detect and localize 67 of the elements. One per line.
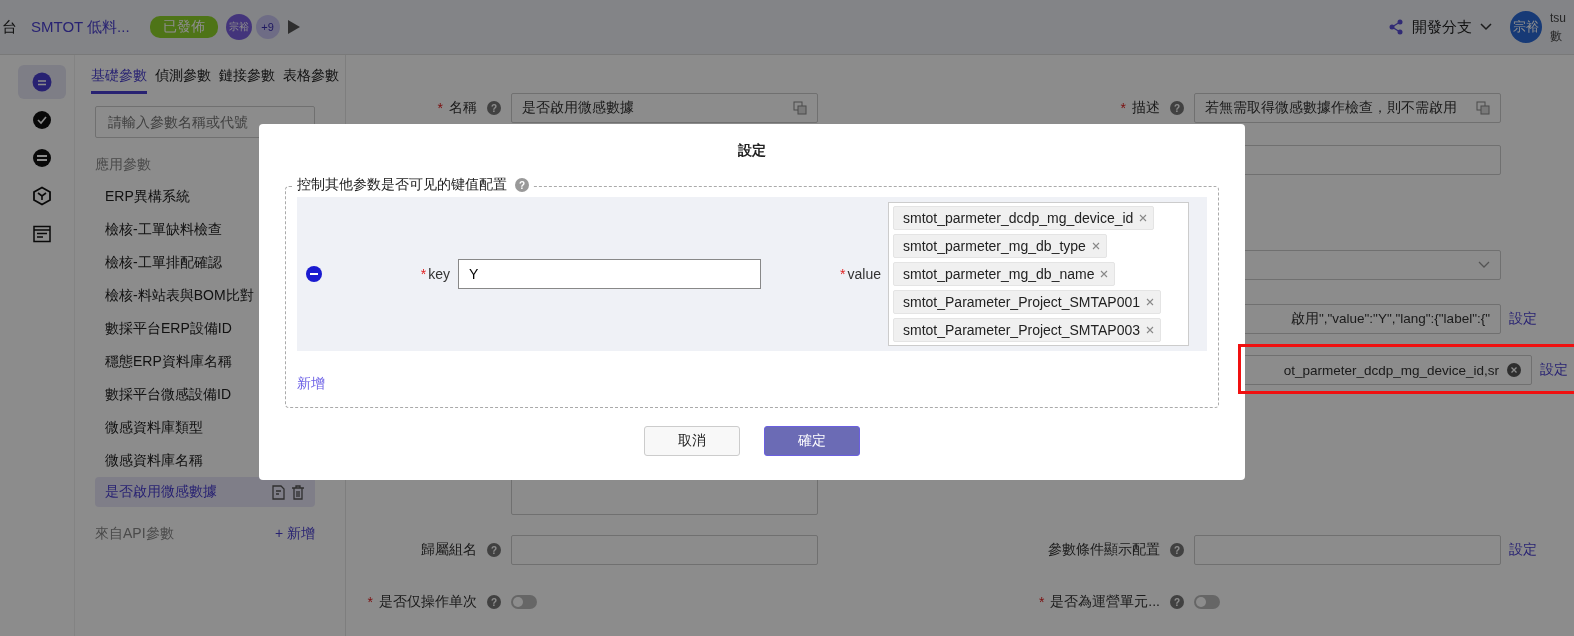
parameter-item[interactable]: 是否啟用微感數據 bbox=[95, 477, 315, 507]
tab[interactable]: 基礎參數 bbox=[91, 67, 147, 94]
help-icon[interactable]: ? bbox=[1170, 543, 1184, 557]
help-icon[interactable]: ? bbox=[515, 178, 529, 192]
value-select[interactable]: smtot_parmeter_dcdp_mg_device_id smtot_parmeter_mg_db_type smtot_parmeter_mg_db_name smtot_Parameter_Project_SMTAP001 smtot_Parameter_Project_SMTAP003 bbox=[888, 202, 1189, 346]
breadcrumb[interactable]: 台 bbox=[2, 17, 17, 37]
required-mark: * bbox=[1038, 594, 1045, 610]
required-mark: * bbox=[840, 266, 846, 282]
parameter-label: 檢核-料站表與BOM比對 bbox=[105, 286, 254, 305]
group-title: 來自API參數 bbox=[95, 525, 174, 543]
parameter-label: 是否啟用微感數據 bbox=[105, 483, 217, 501]
help-icon[interactable]: ? bbox=[487, 543, 501, 557]
required-mark: * bbox=[1120, 100, 1126, 116]
more-members-badge[interactable]: +9 bbox=[255, 15, 280, 39]
tab[interactable]: 表格參數 bbox=[283, 67, 339, 94]
cancel-button[interactable]: 取消 bbox=[644, 426, 740, 456]
help-icon[interactable]: ? bbox=[1170, 595, 1184, 609]
settings-link[interactable]: 設定 bbox=[1540, 361, 1568, 379]
field-value: 若無需取得微感數據作檢查，則不需啟用 bbox=[1205, 99, 1457, 117]
field-label: 名稱 bbox=[449, 99, 477, 117]
parameter-label: 數採平台ERP設備ID bbox=[105, 319, 232, 338]
user-name: tsu bbox=[1550, 10, 1567, 27]
group-title: 應用參數 bbox=[95, 156, 151, 174]
field-label: 是否為運營單元... bbox=[1050, 593, 1160, 611]
parameter-label: 微感資料庫名稱 bbox=[105, 451, 203, 470]
user-avatar[interactable]: 宗裕 bbox=[1510, 11, 1542, 43]
field-value: 是否啟用微感數據 bbox=[522, 99, 634, 117]
app-name-link[interactable]: SMTOT 低料... bbox=[31, 17, 130, 37]
tab[interactable]: 鏈接參數 bbox=[219, 67, 275, 94]
parameter-label: 檢核-工單排配確認 bbox=[105, 253, 222, 272]
parameter-label: 檢核-工單缺料檢查 bbox=[105, 220, 222, 239]
help-icon[interactable]: ? bbox=[487, 595, 501, 609]
help-icon[interactable]: ? bbox=[487, 101, 501, 115]
field-value: 啟用","value":"Y","lang":{"label":{" bbox=[1290, 310, 1490, 328]
status-badge: 已發佈 bbox=[149, 16, 218, 38]
parameter-label: 穩態ERP資料庫名稱 bbox=[105, 352, 232, 371]
dialog-title: 設定 bbox=[738, 142, 766, 158]
value-tag: smtot_parmeter_mg_db_type bbox=[893, 234, 1107, 258]
help-icon[interactable]: ? bbox=[1170, 101, 1184, 115]
field-label: 參數條件顯示配置 bbox=[1048, 541, 1160, 559]
value-label: value bbox=[847, 266, 881, 282]
text-field[interactable]: 若無需取得微感數據作檢查，則不需啟用 bbox=[1194, 93, 1501, 123]
add-link[interactable]: + 新增 bbox=[274, 525, 315, 543]
required-mark: * bbox=[420, 266, 427, 282]
value-tag: smtot_parmeter_dcdp_mg_device_id bbox=[893, 206, 1155, 230]
required-mark: * bbox=[437, 100, 443, 116]
key-input[interactable]: Y bbox=[458, 259, 761, 289]
value-tag: smtot_Parameter_Project_SMTAP003 bbox=[893, 318, 1162, 342]
tab[interactable]: 偵測參數 bbox=[155, 67, 211, 94]
settings-link[interactable]: 設定 bbox=[1509, 310, 1537, 328]
confirm-button[interactable]: 確定 bbox=[764, 426, 860, 456]
value-tag: smtot_parmeter_mg_db_name bbox=[893, 262, 1116, 286]
add-link[interactable]: 新增 bbox=[297, 375, 325, 393]
required-mark: * bbox=[367, 594, 373, 610]
field-label: 描述 bbox=[1132, 99, 1160, 117]
key-label: key bbox=[428, 266, 450, 282]
parameter-label: 微感資料庫類型 bbox=[105, 418, 203, 437]
branch-selector[interactable]: 開發分支 bbox=[1412, 17, 1472, 37]
user-org: 數 bbox=[1550, 28, 1563, 45]
member-avatar[interactable]: 宗裕 bbox=[225, 14, 252, 40]
group-legend: 控制其他参数是否可见的键值配置 bbox=[297, 176, 507, 194]
field-value: ot_parmeter_dcdp_mg_device_id,sr bbox=[1283, 362, 1499, 378]
field-label: 歸屬組名 bbox=[421, 541, 477, 559]
field-label: 是否仅操作单次 bbox=[379, 593, 477, 611]
settings-link[interactable]: 設定 bbox=[1509, 541, 1537, 559]
value-tag: smtot_Parameter_Project_SMTAP001 bbox=[893, 290, 1162, 314]
text-field[interactable]: 是否啟用微感數據 bbox=[511, 93, 818, 123]
